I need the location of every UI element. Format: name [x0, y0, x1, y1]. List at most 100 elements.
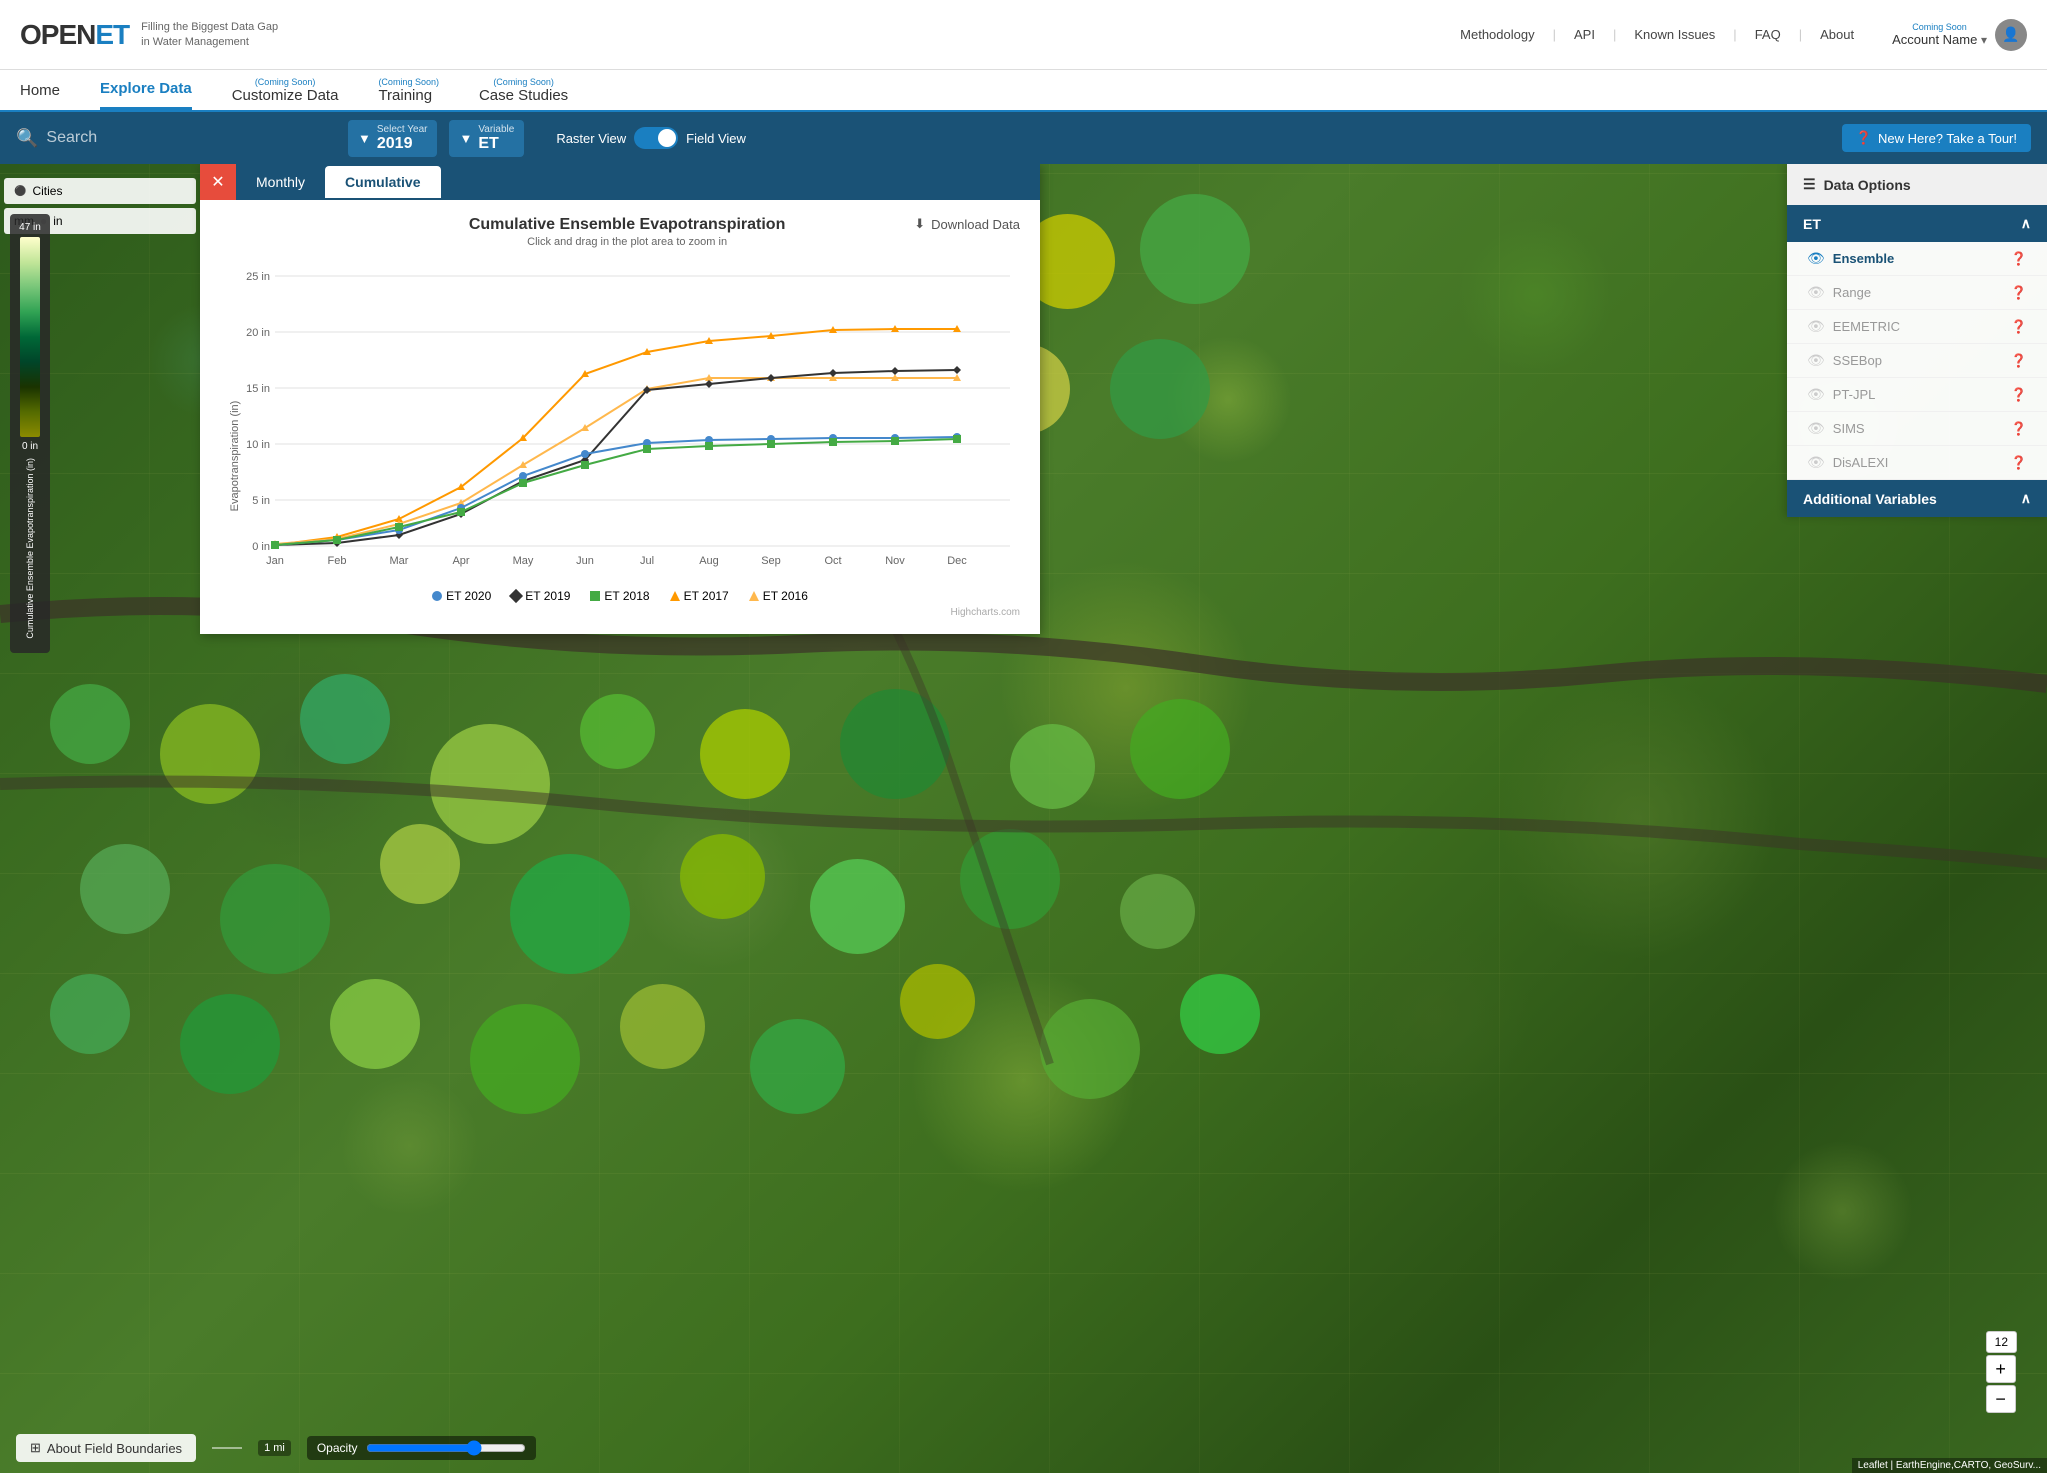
svg-text:Jun: Jun: [576, 555, 594, 567]
eye-icon-ensemble: 👁: [1807, 250, 1825, 267]
nav-explore-data[interactable]: Explore Data: [100, 70, 192, 110]
svg-text:20 in: 20 in: [246, 327, 270, 339]
eye-icon-sims: 👁: [1807, 420, 1825, 437]
svg-text:Jan: Jan: [266, 555, 284, 567]
legend-et-2017: ET 2017: [670, 589, 729, 603]
chart-content: Cumulative Ensemble Evapotranspiration C…: [200, 200, 1040, 634]
zoom-controls: 12 + −: [1986, 1331, 2017, 1413]
second-navigation: Home Explore Data (Coming Soon) Customiz…: [0, 70, 2047, 112]
cities-label: Cities: [32, 184, 62, 198]
top-nav-links: Methodology | API | Known Issues | FAQ |…: [1460, 19, 2027, 51]
year-select[interactable]: ▼ Select Year 2019: [348, 120, 437, 157]
svg-text:Evapotranspiration (in): Evapotranspiration (in): [229, 401, 241, 512]
opacity-slider[interactable]: [366, 1440, 526, 1456]
new-here-button[interactable]: ❓ New Here? Take a Tour!: [1842, 124, 2031, 152]
account-coming-soon: Coming Soon: [1892, 22, 1987, 32]
account-area[interactable]: Coming Soon Account Name ▾ 👤: [1892, 19, 2027, 51]
nav-methodology[interactable]: Methodology: [1460, 27, 1534, 42]
zoom-out-button[interactable]: −: [1986, 1385, 2016, 1413]
help-icon-ensemble[interactable]: ❓: [2011, 251, 2027, 267]
nav-known-issues[interactable]: Known Issues: [1634, 27, 1715, 42]
svg-text:Nov: Nov: [885, 555, 905, 567]
tab-cumulative[interactable]: Cumulative: [325, 166, 440, 198]
legend-bottom-value: 0 in: [14, 441, 46, 452]
help-icon-sims[interactable]: ❓: [2011, 421, 2027, 437]
et-item-range[interactable]: 👁 Range ❓: [1787, 276, 2047, 310]
legend-et-2020: ET 2020: [432, 589, 491, 603]
legend-bar: 47 in 0 in Cumulative Ensemble Evapotran…: [10, 214, 50, 653]
legend-gradient: [20, 237, 40, 437]
additional-variables-section[interactable]: Additional Variables ∧: [1787, 480, 2047, 517]
help-icon-disalexi[interactable]: ❓: [2011, 455, 2027, 471]
cities-toggle[interactable]: ⚫ Cities: [4, 178, 196, 204]
chart-header: Cumulative Ensemble Evapotranspiration C…: [220, 216, 1020, 248]
logo-subtitle: Filling the Biggest Data Gapin Water Man…: [141, 20, 278, 49]
chart-tabs: ✕ Monthly Cumulative: [200, 164, 1040, 200]
help-icon-ssebop[interactable]: ❓: [2011, 353, 2027, 369]
chart-title-area: Cumulative Ensemble Evapotranspiration C…: [340, 216, 914, 248]
nav-about[interactable]: About: [1820, 27, 1854, 42]
chart-panel: ✕ Monthly Cumulative Cumulative Ensemble…: [200, 164, 1040, 634]
search-icon[interactable]: 🔍: [16, 128, 38, 149]
scale-indicator: 1 mi: [258, 1440, 291, 1456]
svg-text:Oct: Oct: [824, 555, 841, 567]
chart-title: Cumulative Ensemble Evapotranspiration: [340, 216, 914, 234]
nav-training[interactable]: Training: [378, 77, 432, 114]
site-logo[interactable]: OPENET Filling the Biggest Data Gapin Wa…: [20, 19, 278, 51]
collapse-icon: ∧: [2021, 215, 2031, 232]
toolbar: 🔍 ▼ Select Year 2019 ▼ Variable ET Raste…: [0, 112, 2047, 164]
nav-api[interactable]: API: [1574, 27, 1595, 42]
right-panel-header: ☰ Data Options: [1787, 164, 2047, 205]
svg-text:Aug: Aug: [699, 555, 719, 567]
eye-icon-ptjpl: 👁: [1807, 386, 1825, 403]
download-data-button[interactable]: ⬇ Download Data: [914, 216, 1020, 232]
chart-svg: Evapotranspiration (in) 25 in 20 in 15 i…: [220, 256, 1020, 576]
svg-text:Jul: Jul: [640, 555, 654, 567]
view-toggle: Raster View Field View: [556, 127, 746, 149]
nav-customize-data[interactable]: Customize Data: [232, 77, 339, 114]
account-name: Account Name: [1892, 32, 1977, 47]
unit-in[interactable]: in: [53, 214, 62, 228]
tab-monthly[interactable]: Monthly: [236, 166, 325, 198]
view-toggle-switch[interactable]: [634, 127, 678, 149]
layers-icon: ☰: [1803, 176, 1816, 193]
chart-svg-container: Evapotranspiration (in) 25 in 20 in 15 i…: [220, 256, 1020, 581]
about-field-boundaries-button[interactable]: ⊞ About Field Boundaries: [16, 1434, 196, 1462]
bottom-bar: ⊞ About Field Boundaries 1 mi Opacity Le…: [0, 1423, 2047, 1473]
legend-et-2016: ET 2016: [749, 589, 808, 603]
legend-top-value: 47 in: [14, 222, 46, 233]
search-input[interactable]: [46, 129, 286, 147]
right-panel: ☰ Data Options ET ∧ 👁 Ensemble ❓ 👁 Range…: [1787, 164, 2047, 517]
highcharts-credit: Highcharts.com: [220, 607, 1020, 618]
eye-icon-ssebop: 👁: [1807, 352, 1825, 369]
top-navigation: OPENET Filling the Biggest Data Gapin Wa…: [0, 0, 2047, 70]
chart-close-button[interactable]: ✕: [200, 164, 236, 200]
map-container[interactable]: ⚫ Cities mm ● in 47 in 0 in Cumulative E…: [0, 164, 2047, 1473]
et-item-ptjpl[interactable]: 👁 PT-JPL ❓: [1787, 378, 2047, 412]
avatar[interactable]: 👤: [1995, 19, 2027, 51]
zoom-in-button[interactable]: +: [1986, 1355, 2016, 1383]
help-icon-eemetric[interactable]: ❓: [2011, 319, 2027, 335]
second-nav-links: Home Explore Data (Coming Soon) Customiz…: [20, 70, 568, 110]
eye-icon-eemetric: 👁: [1807, 318, 1825, 335]
et-item-sims[interactable]: 👁 SIMS ❓: [1787, 412, 2047, 446]
svg-text:Dec: Dec: [947, 555, 967, 567]
collapse-icon-2: ∧: [2021, 490, 2031, 507]
nav-faq[interactable]: FAQ: [1755, 27, 1781, 42]
svg-text:May: May: [513, 555, 534, 567]
nav-home[interactable]: Home: [20, 72, 60, 109]
svg-text:5 in: 5 in: [252, 495, 270, 507]
et-item-ensemble[interactable]: 👁 Ensemble ❓: [1787, 242, 2047, 276]
chart-legend: ET 2020 ET 2019 ET 2018 ET 2017 ET 2016: [220, 589, 1020, 603]
variable-select[interactable]: ▼ Variable ET: [449, 120, 524, 157]
help-icon-ptjpl[interactable]: ❓: [2011, 387, 2027, 403]
legend-et-2018: ET 2018: [590, 589, 649, 603]
logo-open: OPEN: [20, 19, 95, 50]
et-item-eemetric[interactable]: 👁 EEMETRIC ❓: [1787, 310, 2047, 344]
et-section-header[interactable]: ET ∧: [1787, 205, 2047, 242]
et-item-disalexi[interactable]: 👁 DisALEXI ❓: [1787, 446, 2047, 480]
help-icon-range[interactable]: ❓: [2011, 285, 2027, 301]
nav-case-studies[interactable]: Case Studies: [479, 77, 568, 114]
et-item-ssebop[interactable]: 👁 SSEBop ❓: [1787, 344, 2047, 378]
opacity-label: Opacity: [317, 1441, 358, 1455]
